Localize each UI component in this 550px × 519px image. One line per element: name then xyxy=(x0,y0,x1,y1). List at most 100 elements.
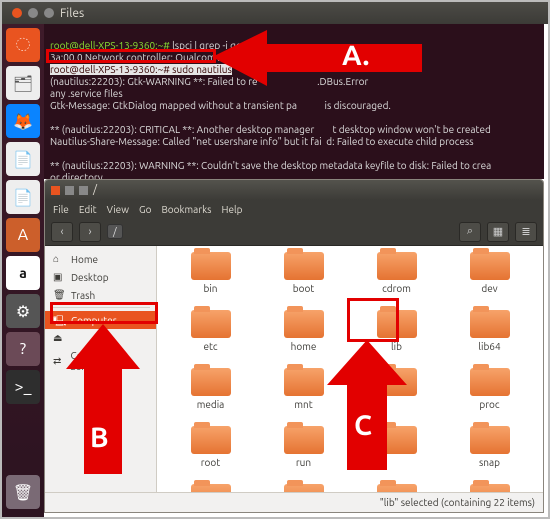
folder-icon xyxy=(470,484,510,492)
menu-view[interactable]: View xyxy=(107,204,129,215)
maximize-icon[interactable] xyxy=(44,8,54,18)
folder-item[interactable]: cdrom xyxy=(351,252,442,308)
unity-launcher: ◌ 🗂 🦊 📄 📄 A a ⚙ ? >_ 🗑 xyxy=(2,24,44,517)
folder-label: bin xyxy=(204,283,218,294)
nautilus-titlebar: / xyxy=(45,180,543,200)
sidebar-item-home[interactable]: ⌂Home xyxy=(45,250,156,268)
folder-label: mnt xyxy=(294,399,312,410)
menu-help[interactable]: Help xyxy=(222,204,243,215)
window-titlebar: Files xyxy=(2,2,548,24)
nautilus-sidebar: ⌂Home ▣Desktop 🗑 Trash 🖳Computer ⏏ ⇄Conne… xyxy=(45,246,157,492)
folder-icon xyxy=(284,368,324,396)
folder-icon xyxy=(191,368,231,396)
minimize-icon[interactable] xyxy=(28,8,38,18)
terminal-text: Gtk-Message: GtkDialog mapped without a … xyxy=(50,100,391,111)
terminal-text: 3a:00.0 Network controller: Qualcom Athe… xyxy=(50,52,351,63)
sidebar-item-trash[interactable]: 🗑 Trash xyxy=(45,286,156,304)
home-icon: ⌂ xyxy=(53,253,65,265)
writer-icon[interactable]: 📄 xyxy=(6,180,40,214)
folder-item[interactable]: boot xyxy=(258,252,349,308)
folder-icon xyxy=(284,310,324,338)
window-title: Files xyxy=(60,7,84,20)
status-text: "lib" selected (containing 22 items) xyxy=(380,497,535,508)
folder-icon xyxy=(377,368,417,396)
close-icon[interactable] xyxy=(51,186,60,195)
search-icon[interactable]: ⌕ xyxy=(459,222,481,242)
folder-label: proc xyxy=(479,399,499,410)
doc-icon[interactable]: 📄 xyxy=(6,142,40,176)
folder-item[interactable]: etc xyxy=(165,310,256,366)
folder-label: boot xyxy=(293,283,314,294)
settings-icon[interactable]: ⚙ xyxy=(6,294,40,328)
software-icon[interactable]: A xyxy=(6,218,40,252)
terminal-icon[interactable]: >_ xyxy=(6,370,40,404)
folder-label: lib xyxy=(391,341,402,352)
folder-label: cdrom xyxy=(382,283,411,294)
folder-item[interactable]: dev xyxy=(444,252,535,308)
folder-label: etc xyxy=(203,341,217,352)
sidebar-item-connect[interactable]: ⇄Connect to Server xyxy=(45,347,156,375)
folder-icon xyxy=(470,368,510,396)
menu-file[interactable]: File xyxy=(53,204,69,215)
grid-view-icon[interactable]: ▦ xyxy=(487,222,509,242)
firefox-icon[interactable]: 🦊 xyxy=(6,104,40,138)
annotation-label-a: A. xyxy=(342,40,369,71)
folder-item[interactable]: tmp xyxy=(444,484,535,492)
folder-item[interactable]: home xyxy=(258,310,349,366)
folder-label: lib64 xyxy=(478,341,500,352)
folder-item[interactable]: run xyxy=(258,426,349,482)
folder-label: dev xyxy=(481,283,497,294)
folder-item[interactable]: mnt xyxy=(258,368,349,424)
terminal-window[interactable]: root@dell-XPS-13-9360:~# lspci | grep -i… xyxy=(44,24,544,179)
menu-bookmarks[interactable]: Bookmarks xyxy=(161,204,211,215)
folder-item[interactable] xyxy=(351,484,442,492)
files-icon[interactable]: 🗂 xyxy=(6,66,40,100)
folder-icon xyxy=(377,426,417,454)
folder-icon xyxy=(470,310,510,338)
folder-item[interactable]: root xyxy=(165,426,256,482)
dash-icon[interactable]: ◌ xyxy=(6,28,40,62)
icon-view[interactable]: bin boot cdrom dev etc home lib lib64 me… xyxy=(157,246,543,492)
folder-item[interactable]: sys xyxy=(258,484,349,492)
terminal-text: ** (nautilus:22203): CRITICAL **: Anothe… xyxy=(50,124,491,135)
folder-label: run xyxy=(296,457,311,468)
nautilus-window: / File Edit View Go Bookmarks Help ‹ › /… xyxy=(44,179,544,513)
folder-icon xyxy=(191,252,231,280)
folder-item[interactable]: srv xyxy=(165,484,256,492)
folder-label: root xyxy=(201,457,220,468)
help-icon[interactable]: ? xyxy=(6,332,40,366)
close-icon[interactable] xyxy=(12,8,22,18)
amazon-icon[interactable]: a xyxy=(6,256,40,290)
folder-label: media xyxy=(197,399,225,410)
sidebar-item-label: Trash xyxy=(71,290,95,301)
sidebar-item-media[interactable]: ⏏ xyxy=(45,329,156,347)
terminal-text: Nautilus-Share-Message: Called "net user… xyxy=(50,136,474,147)
folder-item[interactable]: snap xyxy=(444,426,535,482)
folder-item[interactable]: lib64 xyxy=(444,310,535,366)
menu-go[interactable]: Go xyxy=(139,204,151,215)
sidebar-item-computer[interactable]: 🖳Computer xyxy=(45,311,156,329)
forward-button[interactable]: › xyxy=(79,222,101,242)
desktop-icon: ▣ xyxy=(53,271,65,283)
folder-icon xyxy=(191,426,231,454)
folder-item[interactable]: lib xyxy=(351,310,442,366)
sidebar-item-label: Connect to Server xyxy=(71,350,148,372)
sidebar-item-desktop[interactable]: ▣Desktop xyxy=(45,268,156,286)
folder-item[interactable]: proc xyxy=(444,368,535,424)
prompt: root@dell-XPS-13-9360:~# xyxy=(50,40,170,51)
maximize-icon[interactable] xyxy=(79,186,88,195)
trash-icon[interactable]: 🗑 xyxy=(6,475,40,509)
annotation-label-b: B xyxy=(90,422,109,453)
path-crumb[interactable]: / xyxy=(107,224,123,239)
trash-icon: 🗑 xyxy=(53,289,65,301)
terminal-text: lspci | grep -i qca617 xyxy=(170,40,263,51)
sidebar-item-label: Computer xyxy=(71,315,116,326)
prompt: root@dell-XPS-13-9360:~# xyxy=(50,64,170,75)
folder-item[interactable]: media xyxy=(165,368,256,424)
list-view-icon[interactable]: ≣ xyxy=(515,222,537,242)
menu-edit[interactable]: Edit xyxy=(79,204,97,215)
folder-icon xyxy=(377,484,417,492)
folder-item[interactable]: bin xyxy=(165,252,256,308)
back-button[interactable]: ‹ xyxy=(51,222,73,242)
minimize-icon[interactable] xyxy=(65,186,74,195)
